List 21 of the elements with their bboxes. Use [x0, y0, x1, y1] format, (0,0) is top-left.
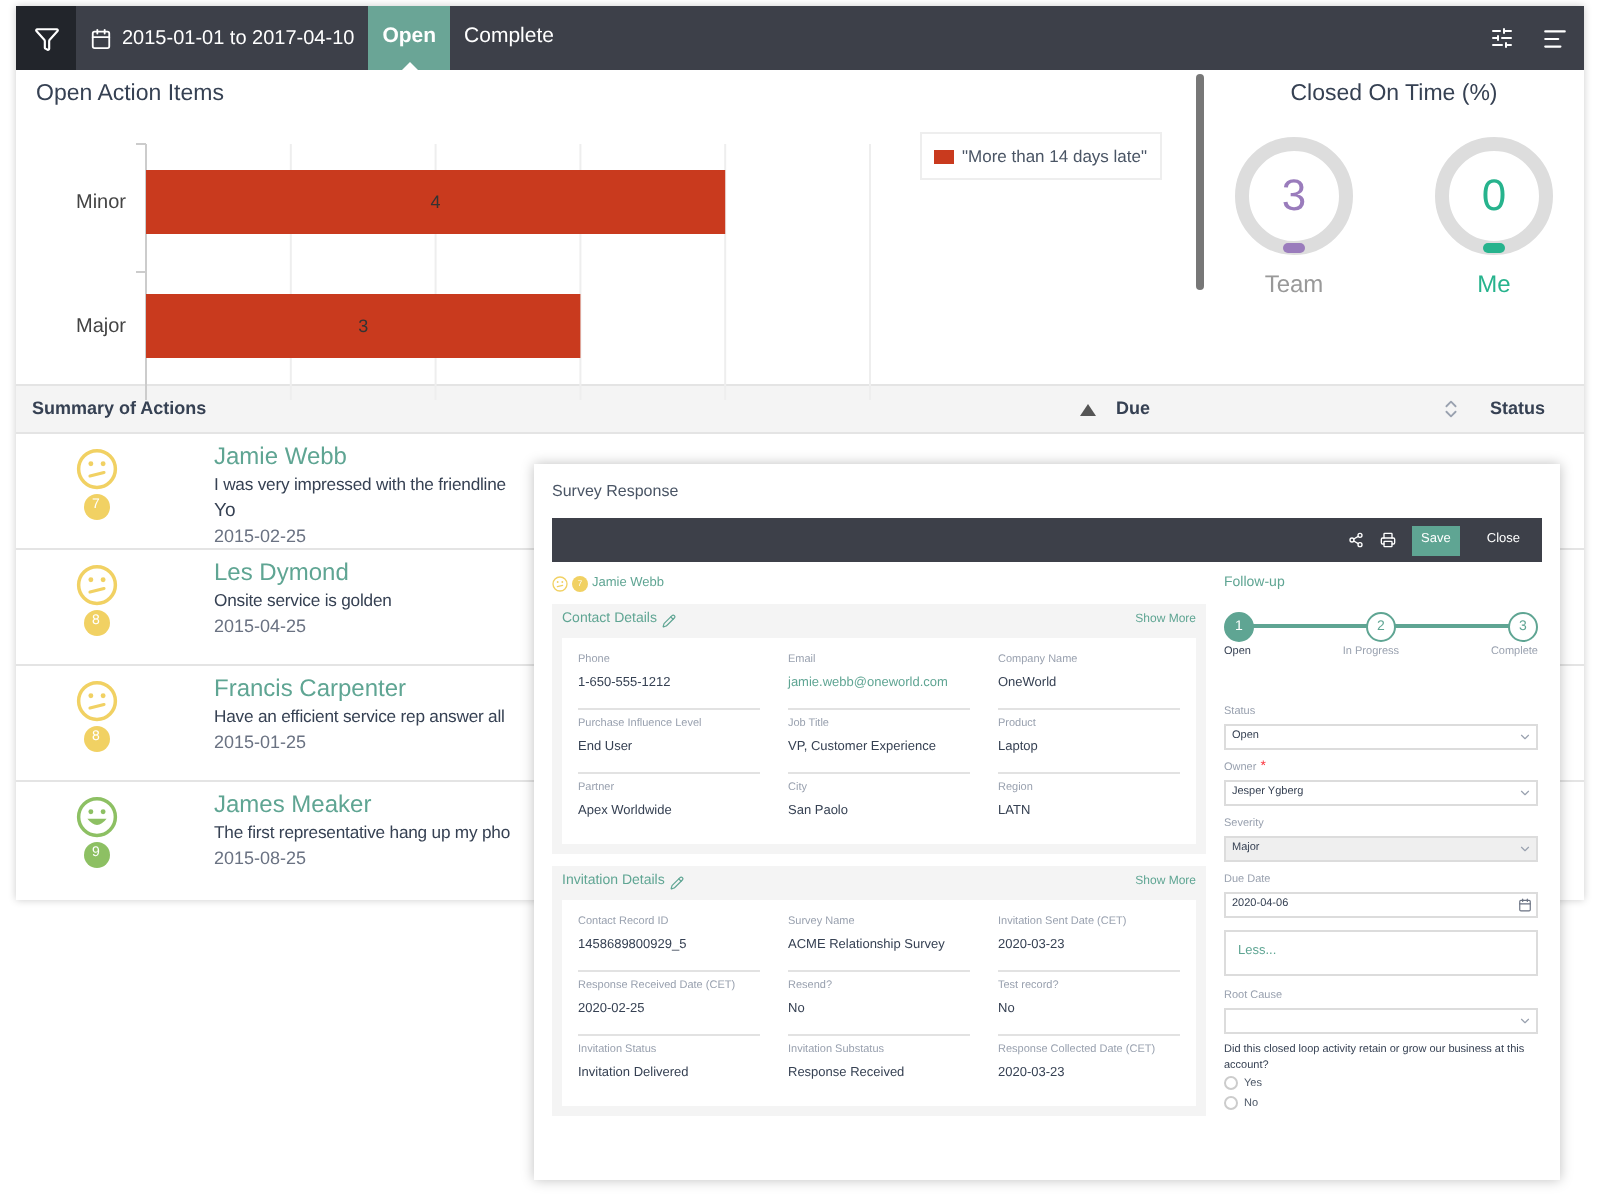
- response-date: 2015-08-25: [214, 846, 309, 872]
- comment-text: I was very impressed with the friendline: [214, 472, 506, 498]
- bar-value-label: 4: [430, 192, 441, 213]
- comment-text: The first representative hang up my pho: [214, 820, 511, 846]
- chart-title: Open Action Items: [36, 80, 226, 110]
- comment-text: Have an efficient service rep answer all: [214, 704, 505, 730]
- gauge-value: 3: [1281, 174, 1307, 219]
- response-date: 2015-04-25: [214, 614, 309, 640]
- comment-text: Yo: [214, 498, 238, 524]
- comment-text: Onsite service is golden: [214, 588, 392, 614]
- gauge-value: 0: [1481, 174, 1507, 219]
- dialog-title: Survey Response: [552, 480, 681, 504]
- response-date: 2015-01-25: [214, 730, 309, 756]
- category-label: Minor: [75, 192, 126, 215]
- legend-label: "More than 14 days late": [962, 143, 1148, 170]
- bar-value-label: 3: [358, 316, 369, 337]
- category-label: Major: [75, 316, 126, 339]
- gauge-label: Team: [1264, 268, 1324, 303]
- response-date: 2015-02-25: [214, 524, 309, 550]
- gauges-title: Closed On Time (%): [1290, 80, 1498, 110]
- gauge-label: Me: [1477, 268, 1511, 303]
